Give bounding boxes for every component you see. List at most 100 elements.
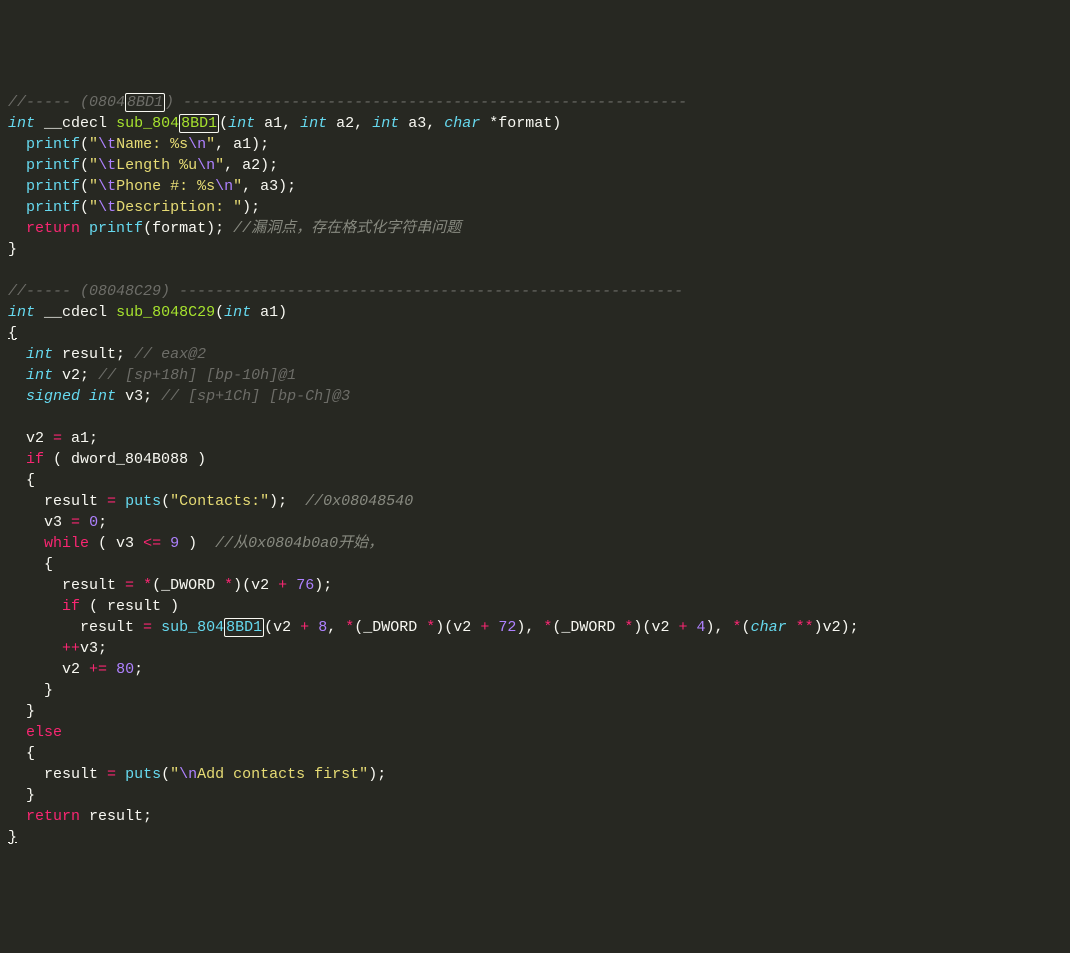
identifier: v2 — [251, 577, 269, 594]
keyword-while: while — [44, 535, 89, 552]
identifier: v3; — [125, 388, 152, 405]
highlight-match: 8BD1 — [179, 114, 219, 133]
string-literal: "Contacts:" — [170, 493, 269, 510]
keyword-int: int — [8, 304, 35, 321]
highlight-match: 8BD1 — [224, 618, 264, 637]
number: 72 — [498, 619, 516, 636]
identifier: v2 — [453, 619, 471, 636]
identifier: result — [62, 577, 116, 594]
comment: // [sp+18h] [bp-10h]@1 — [98, 367, 296, 384]
func-call: printf — [26, 199, 80, 216]
function-def: sub_8048BD1 — [116, 114, 219, 133]
param: a3, — [399, 115, 435, 132]
param: a1, — [255, 115, 291, 132]
operator: + — [678, 619, 687, 636]
keyword-int: int — [224, 304, 251, 321]
identifier: dword_804B088 — [71, 451, 188, 468]
identifier: a1 — [233, 136, 251, 153]
string-literal: "\tName: %s\n" — [89, 136, 215, 153]
comment: //漏洞点，存在格式化字符串问题 — [233, 220, 461, 237]
operator: * — [624, 619, 633, 636]
keyword-int: int — [8, 115, 35, 132]
keyword-int: int — [372, 115, 399, 132]
string-literal: "\tPhone #: %s\n" — [89, 178, 242, 195]
func-call: printf — [26, 136, 80, 153]
func-call: printf — [26, 157, 80, 174]
highlight-match: 8BD1 — [125, 93, 165, 112]
operator: * — [224, 577, 233, 594]
identifier: v3 — [44, 514, 62, 531]
operator: += — [89, 661, 107, 678]
identifier: v3 — [116, 535, 134, 552]
number: 4 — [697, 619, 706, 636]
number: 76 — [296, 577, 314, 594]
function-def: sub_8048C29 — [116, 304, 215, 321]
identifier: result; — [62, 346, 125, 363]
code-editor[interactable]: //----- (08048BD1) ---------------------… — [8, 92, 1062, 848]
identifier: (_DWORD — [552, 619, 624, 636]
func-call: sub_8048BD1 — [161, 618, 264, 637]
comment: //从0x0804b0a0开始， — [215, 535, 383, 552]
number: 80 — [116, 661, 134, 678]
cdecl: __cdecl — [44, 304, 107, 321]
string-literal: "\tDescription: " — [89, 199, 242, 216]
keyword-int: int — [26, 367, 53, 384]
identifier: v2 — [62, 661, 80, 678]
identifier: format — [152, 220, 206, 237]
operator: = — [107, 766, 116, 783]
operator: <= — [143, 535, 161, 552]
param: a2, — [327, 115, 363, 132]
keyword-int: int — [26, 346, 53, 363]
number: 8 — [318, 619, 327, 636]
operator: = — [53, 430, 62, 447]
keyword-if: if — [26, 451, 44, 468]
number: 0 — [89, 514, 98, 531]
operator: = — [107, 493, 116, 510]
identifier: (_DWORD — [354, 619, 426, 636]
comment: //----- (08048C29) ---------------------… — [8, 283, 683, 300]
string-literal: "\tLength %u\n" — [89, 157, 224, 174]
keyword-int: int — [89, 388, 116, 405]
keyword-return: return — [26, 808, 80, 825]
identifier: result — [44, 493, 98, 510]
keyword-return: return — [26, 220, 80, 237]
operator: * — [426, 619, 435, 636]
operator: * — [143, 577, 152, 594]
pointer: * — [480, 115, 498, 132]
operator: = — [71, 514, 80, 531]
identifier: result — [80, 619, 134, 636]
operator: + — [300, 619, 309, 636]
keyword-char: char — [751, 619, 787, 636]
param: format) — [498, 115, 561, 132]
identifier: a2 — [242, 157, 260, 174]
identifier: v2 — [273, 619, 291, 636]
identifier: result; — [89, 808, 152, 825]
keyword-else: else — [26, 724, 62, 741]
operator: * — [733, 619, 742, 636]
operator: = — [125, 577, 134, 594]
comment: //0x08048540 — [305, 493, 413, 510]
operator: + — [480, 619, 489, 636]
operator: = — [143, 619, 152, 636]
comment: // [sp+1Ch] [bp-Ch]@3 — [161, 388, 350, 405]
operator: * — [345, 619, 354, 636]
func-call: printf — [89, 220, 143, 237]
param: a1) — [251, 304, 287, 321]
identifier: v3 — [80, 640, 98, 657]
keyword-int: int — [300, 115, 327, 132]
string-literal: "\nAdd contacts first" — [170, 766, 368, 783]
identifier: (_DWORD — [152, 577, 224, 594]
identifier: v2 — [26, 430, 53, 447]
comment: // eax@2 — [134, 346, 206, 363]
identifier: a3 — [260, 178, 278, 195]
identifier: a1; — [62, 430, 98, 447]
func-call: puts — [125, 766, 161, 783]
operator: ++ — [62, 640, 80, 657]
keyword-signed: signed — [26, 388, 80, 405]
keyword-if: if — [62, 598, 80, 615]
func-call: printf — [26, 178, 80, 195]
operator: + — [278, 577, 287, 594]
identifier: result — [44, 766, 98, 783]
keyword-char: char — [444, 115, 480, 132]
paren: ( — [219, 115, 228, 132]
